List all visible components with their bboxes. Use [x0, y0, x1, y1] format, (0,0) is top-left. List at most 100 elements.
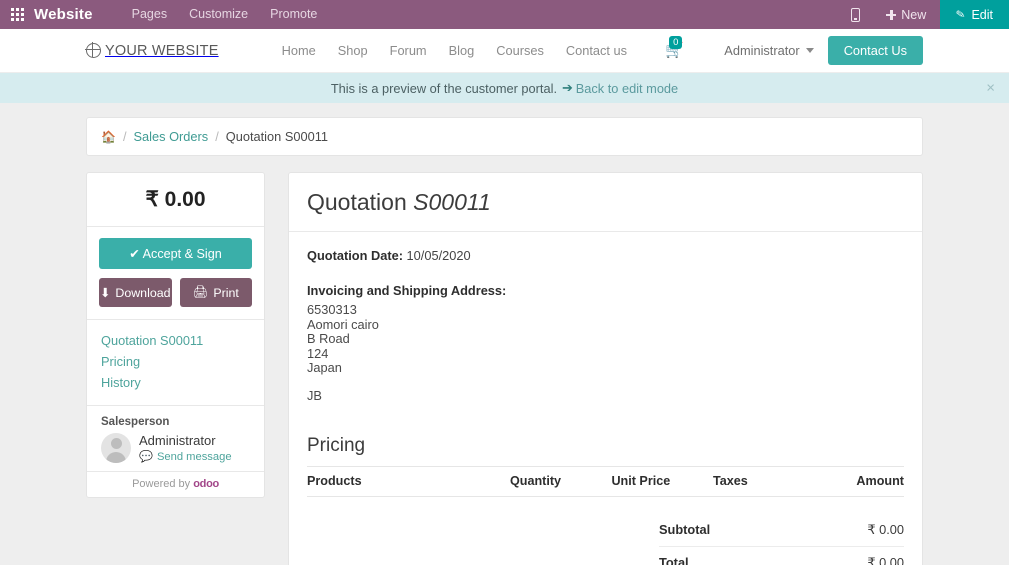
back-to-edit-mode-link[interactable]: Back to edit mode [576, 81, 678, 96]
editor-menu-promote[interactable]: Promote [259, 0, 328, 29]
pricing-table: Products Quantity Unit Price Taxes Amoun… [307, 466, 904, 497]
cart-count-badge: 0 [669, 36, 682, 49]
print-button[interactable]: 🖨 Print [180, 278, 253, 307]
user-menu[interactable]: Administrator [724, 43, 813, 58]
quotation-date-row: Quotation Date: 10/05/2020 [307, 248, 904, 263]
edit-button-label: Edit [971, 8, 993, 22]
salesperson-title: Salesperson [101, 416, 250, 428]
column-products: Products [307, 466, 510, 496]
printer-icon: 🖨 [193, 285, 209, 300]
column-taxes: Taxes [713, 466, 797, 496]
nav-item-courses[interactable]: Courses [485, 43, 555, 58]
home-icon[interactable]: 🏠 [101, 130, 116, 144]
powered-by-footer: Powered by odoo [87, 472, 264, 497]
download-icon: ⬇ [100, 285, 110, 300]
totals-section: Subtotal ₹ 0.00 Total ₹ 0.00 [307, 514, 904, 565]
sidebar-link-quotation[interactable]: Quotation S00011 [101, 330, 250, 351]
user-avatar-icon [101, 433, 131, 463]
header-right-group: Administrator Contact Us [724, 36, 923, 65]
pricing-table-header-row: Products Quantity Unit Price Taxes Amoun… [307, 466, 904, 496]
arrow-right-icon: ➔ [562, 80, 573, 96]
sidebar-nav-links: Quotation S00011 Pricing History [87, 320, 264, 406]
apps-grid-icon[interactable] [0, 0, 34, 29]
quotation-date-label: Quotation Date: [307, 248, 403, 263]
subtotal-value: ₹ 0.00 [802, 514, 904, 547]
address-extra: JB [307, 388, 904, 403]
globe-icon [86, 43, 101, 58]
amount-summary: ₹ 0.00 [87, 173, 264, 227]
quotation-body: Quotation Date: 10/05/2020 Invoicing and… [289, 232, 922, 565]
nav-item-contact-us[interactable]: Contact us [555, 43, 638, 58]
breadcrumb-item-sales-orders[interactable]: Sales Orders [134, 129, 209, 144]
pricing-heading: Pricing [307, 435, 904, 457]
salesperson-row: Administrator 💬 Send message [101, 433, 250, 463]
salesperson-details: Administrator 💬 Send message [139, 433, 232, 463]
nav-item-forum[interactable]: Forum [379, 43, 438, 58]
new-button-label: New [901, 8, 926, 22]
contact-us-button[interactable]: Contact Us [828, 36, 923, 65]
breadcrumb-item-current: Quotation S00011 [226, 129, 328, 144]
preview-banner-text: This is a preview of the customer portal… [331, 81, 557, 96]
plus-icon [886, 10, 896, 20]
editor-menu-customize[interactable]: Customize [178, 0, 259, 29]
topbar-left-group: Website Pages Customize Promote [0, 0, 328, 29]
download-button[interactable]: ⬇ Download [99, 278, 172, 307]
site-logo[interactable]: YOUR WEBSITE [86, 43, 219, 59]
totals-row-total: Total ₹ 0.00 [659, 546, 904, 565]
sidebar-link-history[interactable]: History [101, 372, 250, 393]
pricing-table-head: Products Quantity Unit Price Taxes Amoun… [307, 466, 904, 496]
order-total-amount: ₹ 0.00 [97, 187, 254, 212]
salesperson-name: Administrator [139, 433, 232, 448]
sidebar-actions: ✔ Accept & Sign ⬇ Download 🖨 Print [87, 227, 264, 320]
user-menu-label: Administrator [724, 43, 799, 58]
address-lines: 6530313 Aomori cairo B Road 124 Japan [307, 303, 904, 376]
quotation-date-value: 10/05/2020 [407, 248, 471, 263]
send-message-label: Send message [157, 451, 232, 463]
quotation-panel: Quotation S00011 Quotation Date: 10/05/2… [288, 172, 923, 565]
pencil-icon: ✎ [955, 7, 966, 21]
site-logo-label: YOUR WEBSITE [105, 43, 219, 59]
breadcrumb: 🏠 / Sales Orders / Quotation S00011 [86, 117, 923, 156]
nav-item-home[interactable]: Home [271, 43, 327, 58]
nav-item-blog[interactable]: Blog [438, 43, 486, 58]
editor-menu: Pages Customize Promote [121, 0, 329, 29]
breadcrumb-separator-2: / [215, 129, 219, 144]
odoo-logo: odoo [193, 478, 219, 490]
close-icon[interactable]: × [986, 81, 995, 96]
check-icon: ✔ [129, 247, 140, 261]
new-button[interactable]: New [872, 0, 940, 29]
send-message-link[interactable]: 💬 Send message [139, 450, 232, 463]
page-title-prefix: Quotation [307, 189, 407, 215]
quotation-header: Quotation S00011 [289, 173, 922, 232]
order-sidebar: ₹ 0.00 ✔ Accept & Sign ⬇ Download 🖨 Prin… [86, 172, 265, 498]
column-unit-price: Unit Price [611, 466, 712, 496]
column-quantity: Quantity [510, 466, 611, 496]
topbar-right-group: New ✎ Edit [839, 0, 1009, 29]
editor-brand-label: Website [34, 6, 99, 23]
column-amount: Amount [797, 466, 904, 496]
subtotal-label: Subtotal [659, 514, 802, 547]
cart-button[interactable]: 🛒 0 [654, 43, 695, 58]
page-container: 🏠 / Sales Orders / Quotation S00011 ₹ 0.… [0, 103, 1009, 565]
comment-icon: 💬 [139, 450, 153, 463]
breadcrumb-separator: / [123, 129, 127, 144]
nav-item-shop[interactable]: Shop [327, 43, 379, 58]
powered-by-label: Powered by [132, 478, 190, 490]
totals-row-subtotal: Subtotal ₹ 0.00 [659, 514, 904, 547]
page-title-reference: S00011 [413, 189, 491, 215]
salesperson-section: Salesperson Administrator 💬 Send message [87, 406, 264, 472]
print-label: Print [213, 286, 238, 300]
secondary-actions-row: ⬇ Download 🖨 Print [99, 278, 252, 307]
odoo-editor-topbar: Website Pages Customize Promote New ✎ Ed… [0, 0, 1009, 29]
chevron-down-icon [806, 48, 814, 53]
total-label: Total [659, 546, 802, 565]
editor-menu-pages[interactable]: Pages [121, 0, 178, 29]
site-navigation: Home Shop Forum Blog Courses Contact us … [271, 43, 695, 58]
accept-and-sign-button[interactable]: ✔ Accept & Sign [99, 238, 252, 269]
page-title: Quotation S00011 [307, 189, 904, 216]
sidebar-link-pricing[interactable]: Pricing [101, 351, 250, 372]
mobile-phone-icon[interactable] [839, 0, 872, 29]
total-value: ₹ 0.00 [802, 546, 904, 565]
website-header: YOUR WEBSITE Home Shop Forum Blog Course… [0, 29, 1009, 73]
edit-button[interactable]: ✎ Edit [940, 0, 1009, 29]
